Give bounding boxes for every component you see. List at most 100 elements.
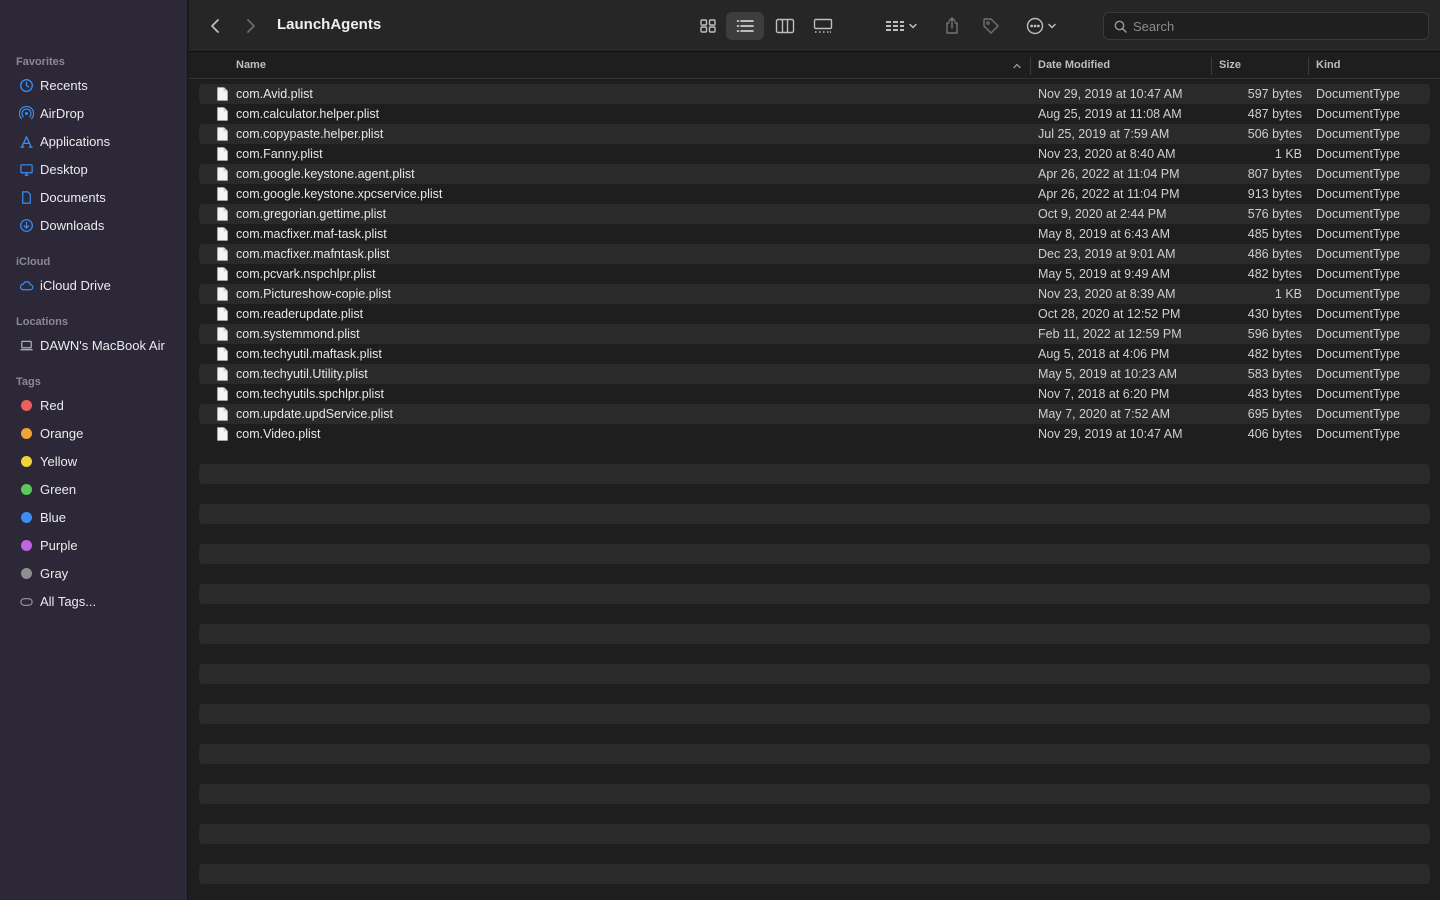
empty-row xyxy=(199,824,1430,844)
table-row[interactable]: com.systemmond.plist Feb 11, 2022 at 12:5… xyxy=(199,324,1430,344)
tag-gray[interactable]: Gray xyxy=(0,561,188,585)
tag-blue[interactable]: Blue xyxy=(0,505,188,529)
file-name: com.techyutil.maftask.plist xyxy=(236,347,382,361)
share-button[interactable] xyxy=(939,12,965,40)
empty-row xyxy=(199,784,1430,804)
search-field[interactable] xyxy=(1103,12,1429,40)
file-date-modified: May 7, 2020 at 7:52 AM xyxy=(1038,407,1171,421)
laptop-icon xyxy=(18,337,34,353)
sidebar-item-recents[interactable]: Recents xyxy=(0,73,188,97)
file-size: 597 bytes xyxy=(1247,87,1302,101)
file-name: com.pcvark.nspchlpr.plist xyxy=(236,267,376,281)
plist-file-icon xyxy=(217,87,228,101)
file-date-modified: Nov 23, 2020 at 8:39 AM xyxy=(1038,287,1176,301)
column-separator[interactable] xyxy=(1030,57,1031,75)
chevron-right-icon xyxy=(247,19,255,33)
file-date-modified: Aug 5, 2018 at 4:06 PM xyxy=(1038,347,1170,361)
sidebar-item-documents[interactable]: Documents xyxy=(0,185,188,209)
chevron-down-icon xyxy=(1047,23,1056,29)
empty-row xyxy=(199,744,1430,764)
file-size: 583 bytes xyxy=(1247,367,1302,381)
plist-file-icon xyxy=(217,367,228,381)
column-size[interactable]: Size xyxy=(1219,59,1241,71)
icon-view-button[interactable] xyxy=(693,12,723,40)
download-icon xyxy=(18,217,34,233)
table-row[interactable]: com.techyutils.spchlpr.plist Nov 7, 2018 … xyxy=(199,384,1430,404)
tag-red[interactable]: Red xyxy=(0,393,188,417)
file-name: com.google.keystone.agent.plist xyxy=(236,167,415,181)
sidebar-item-applications[interactable]: Applications xyxy=(0,129,188,153)
table-row[interactable]: com.techyutil.Utility.plist May 5, 2019 a… xyxy=(199,364,1430,384)
table-row[interactable]: com.Pictureshow-copie.plist Nov 23, 2020 … xyxy=(199,284,1430,304)
file-name: com.Pictureshow-copie.plist xyxy=(236,287,391,301)
column-separator[interactable] xyxy=(1211,57,1212,75)
tag-button[interactable] xyxy=(978,12,1004,40)
table-row[interactable]: com.pcvark.nspchlpr.plist May 5, 2019 at … xyxy=(199,264,1430,284)
forward-button[interactable] xyxy=(239,12,263,40)
tag-yellow[interactable]: Yellow xyxy=(0,449,188,473)
file-name: com.readerupdate.plist xyxy=(236,307,364,321)
grid-icon xyxy=(700,19,716,33)
sidebar-item-airdrop[interactable]: AirDrop xyxy=(0,101,188,125)
tag-orange[interactable]: Orange xyxy=(0,421,188,445)
action-button[interactable] xyxy=(1021,12,1061,40)
file-kind: DocumentType xyxy=(1316,287,1401,301)
cloud-icon xyxy=(18,277,34,293)
sidebar-item-macbook[interactable]: DAWN's MacBook Air xyxy=(0,333,188,357)
file-kind: DocumentType xyxy=(1316,427,1401,441)
table-row[interactable]: com.google.keystone.agent.plist Apr 26, 2… xyxy=(199,164,1430,184)
search-input[interactable] xyxy=(1133,18,1413,34)
empty-row xyxy=(199,864,1430,884)
file-size: 913 bytes xyxy=(1247,187,1302,201)
table-row[interactable]: com.google.keystone.xpcservice.plist Apr … xyxy=(199,184,1430,204)
gallery-view-button[interactable] xyxy=(808,12,838,40)
file-date-modified: Feb 11, 2022 at 12:59 PM xyxy=(1038,327,1182,341)
file-date-modified: May 8, 2019 at 6:43 AM xyxy=(1038,227,1171,241)
file-kind: DocumentType xyxy=(1316,367,1401,381)
file-size: 430 bytes xyxy=(1247,307,1302,321)
table-row[interactable]: com.calculator.helper.plist Aug 25, 2019 … xyxy=(199,104,1430,124)
sidebar: Favorites Recents AirDrop Applications D… xyxy=(0,0,188,900)
plist-file-icon xyxy=(217,147,228,161)
file-name: com.Fanny.plist xyxy=(236,147,323,161)
column-date-modified[interactable]: Date Modified xyxy=(1038,59,1110,71)
table-row[interactable]: com.Fanny.plist Nov 23, 2020 at 8:40 AM 1 … xyxy=(199,144,1430,164)
file-name: com.techyutil.Utility.plist xyxy=(236,367,368,381)
column-view-button[interactable] xyxy=(770,12,800,40)
table-row[interactable]: com.gregorian.gettime.plist Oct 9, 2020 a… xyxy=(199,204,1430,224)
file-date-modified: Nov 23, 2020 at 8:40 AM xyxy=(1038,147,1176,161)
tag-green[interactable]: Green xyxy=(0,477,188,501)
table-row[interactable]: com.techyutil.maftask.plist Aug 5, 2018 a… xyxy=(199,344,1430,364)
table-row[interactable]: com.copypaste.helper.plist Jul 25, 2019 a… xyxy=(199,124,1430,144)
file-date-modified: Apr 26, 2022 at 11:04 PM xyxy=(1038,187,1180,201)
sidebar-item-desktop[interactable]: Desktop xyxy=(0,157,188,181)
table-row[interactable]: com.macfixer.maf-task.plist May 8, 2019 a… xyxy=(199,224,1430,244)
file-date-modified: Dec 23, 2019 at 9:01 AM xyxy=(1038,247,1176,261)
file-kind: DocumentType xyxy=(1316,307,1401,321)
plist-file-icon xyxy=(217,247,228,261)
sidebar-item-label: Recents xyxy=(40,77,88,93)
table-row[interactable]: com.readerupdate.plist Oct 28, 2020 at 12… xyxy=(199,304,1430,324)
file-date-modified: Oct 28, 2020 at 12:52 PM xyxy=(1038,307,1181,321)
sidebar-item-downloads[interactable]: Downloads xyxy=(0,213,188,237)
column-separator[interactable] xyxy=(1308,57,1309,75)
sidebar-item-icloud-drive[interactable]: iCloud Drive xyxy=(0,273,188,297)
back-button[interactable] xyxy=(203,12,227,40)
all-tags[interactable]: All Tags... xyxy=(0,589,188,613)
tag-dot-icon xyxy=(21,455,32,467)
column-name[interactable]: Name xyxy=(236,59,266,71)
chevron-down-icon xyxy=(908,23,917,29)
table-row[interactable]: com.Avid.plist Nov 29, 2019 at 10:47 AM 59… xyxy=(199,84,1430,104)
file-name: com.google.keystone.xpcservice.plist xyxy=(236,187,443,201)
file-size: 482 bytes xyxy=(1247,267,1302,281)
tag-purple[interactable]: Purple xyxy=(0,533,188,557)
group-button[interactable] xyxy=(881,12,921,40)
list-view-button[interactable] xyxy=(726,12,764,40)
table-row[interactable]: com.Video.plist Nov 29, 2019 at 10:47 AM 4… xyxy=(199,424,1430,444)
column-kind[interactable]: Kind xyxy=(1316,59,1340,71)
window-title: LaunchAgents xyxy=(277,16,382,33)
table-row[interactable]: com.update.updService.plist May 7, 2020 a… xyxy=(199,404,1430,424)
table-row[interactable]: com.macfixer.mafntask.plist Dec 23, 2019 … xyxy=(199,244,1430,264)
file-date-modified: Aug 25, 2019 at 11:08 AM xyxy=(1038,107,1182,121)
columns-icon xyxy=(775,18,795,34)
